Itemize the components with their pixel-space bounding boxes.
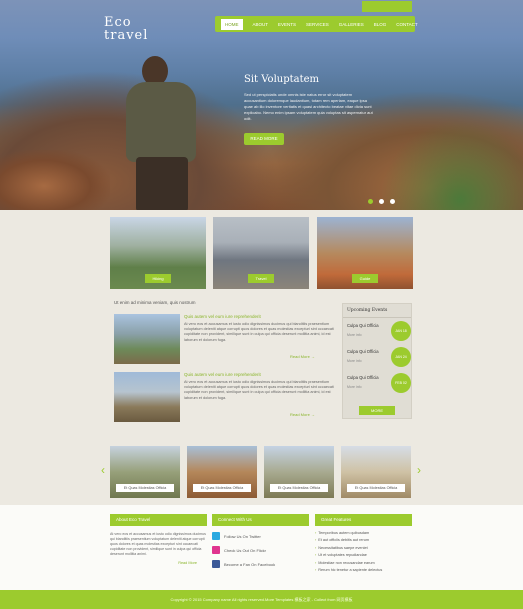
- flickr-icon: [212, 546, 220, 554]
- article-text: At vero eos et accusamus et iusto odio d…: [184, 380, 334, 400]
- event-date-badge: JAN 18: [391, 321, 411, 341]
- chevron-left-icon[interactable]: ‹: [98, 462, 108, 478]
- thumb-label[interactable]: Travel: [248, 274, 274, 283]
- event-meta[interactable]: More info: [347, 333, 362, 337]
- gallery-caption: Et Quas Molestias Officia: [193, 484, 251, 492]
- arrow-right-icon: →: [310, 412, 315, 417]
- footer-about-title: About Eco Travel: [110, 514, 207, 526]
- nav-home[interactable]: HOME: [221, 18, 243, 30]
- social-label: Become a Fan On Facebook: [224, 561, 276, 567]
- features-link[interactable]: Et aut officiis debitis aut rerum: [315, 537, 412, 544]
- gallery-caption: Et Quas Molestias Officia: [347, 484, 405, 492]
- copyright-bar: Copyright © 2015 Company name All rights…: [0, 590, 523, 609]
- article-item: Quis autem vel eum iure reprehenderit At…: [114, 372, 339, 430]
- slider-dots: [368, 199, 395, 204]
- arrow-right-icon: →: [310, 354, 315, 359]
- footer-read-more[interactable]: Read More: [110, 561, 207, 565]
- nav-contact[interactable]: CONTACT: [396, 22, 417, 27]
- nav-services[interactable]: SERVICES: [306, 22, 329, 27]
- nav-about[interactable]: ABOUT: [253, 22, 269, 27]
- facebook-icon: [212, 560, 220, 568]
- event-meta[interactable]: More info: [347, 385, 362, 389]
- top-button[interactable]: [362, 1, 412, 12]
- event-item[interactable]: Culpa Qui Officia More info FEB 02: [347, 373, 411, 395]
- event-title: Culpa Qui Officia: [347, 323, 379, 328]
- slider-dot-active[interactable]: [368, 199, 373, 204]
- features-link[interactable]: Temporibus autem quibusdam: [315, 530, 412, 537]
- gallery-caption: Et Quas Molestias Officia: [270, 484, 328, 492]
- rock-bg: [0, 150, 110, 210]
- slider-dot[interactable]: [379, 199, 384, 204]
- nav-galleries[interactable]: GALLERIES: [339, 22, 364, 27]
- article-image[interactable]: [114, 372, 180, 422]
- article-read-more[interactable]: Read More →: [290, 354, 315, 359]
- article-item: Quis autem vel eum iure reprehenderit At…: [114, 314, 339, 372]
- thumb-label[interactable]: Guide: [352, 274, 378, 283]
- gallery-item[interactable]: Et Quas Molestias Officia: [264, 446, 334, 498]
- site-logo[interactable]: Eco travel: [104, 16, 148, 42]
- footer-about: About Eco Travel At vero eos et accusamu…: [110, 514, 207, 565]
- read-more-label: Read More: [290, 412, 310, 417]
- article-read-more[interactable]: Read More →: [290, 412, 315, 417]
- nav-events[interactable]: EVENTS: [278, 22, 296, 27]
- nav-blog[interactable]: BLOG: [374, 22, 387, 27]
- hiker-figure: [120, 52, 210, 210]
- features-link[interactable]: Rerum hic tenetur a sapiente delectus: [315, 567, 412, 574]
- article-title[interactable]: Quis autem vel eum iure reprehenderit: [184, 314, 261, 319]
- hero-read-more-button[interactable]: READ MORE: [244, 133, 284, 145]
- twitter-icon: [212, 532, 220, 540]
- hero-title: Sit Voluptatem: [244, 74, 320, 85]
- footer-about-text: At vero eos et accusamus et iusto odio d…: [110, 532, 206, 556]
- events-panel: Upcoming Events Culpa Qui Officia More i…: [342, 303, 412, 419]
- feature-thumb[interactable]: Guide: [317, 217, 413, 289]
- events-title: Upcoming Events: [343, 304, 411, 318]
- footer-connect: Connect With Us Follow Us On Twitter Che…: [212, 514, 309, 568]
- social-flickr[interactable]: Check Us Out On Flickr: [212, 546, 309, 554]
- social-twitter[interactable]: Follow Us On Twitter: [212, 532, 309, 540]
- hiker-body: [126, 82, 196, 162]
- section-intro: Ut enim ad minima veniam, quis nostrum: [114, 300, 196, 305]
- hero-text: Sed ut perspiciatis unde omnis iste natu…: [244, 92, 373, 121]
- hiker-legs: [136, 157, 188, 210]
- social-facebook[interactable]: Become a Fan On Facebook: [212, 560, 309, 568]
- event-title: Culpa Qui Officia: [347, 375, 379, 380]
- event-title: Culpa Qui Officia: [347, 349, 379, 354]
- social-label: Check Us Out On Flickr: [224, 547, 267, 553]
- footer-features-title: Great Features: [315, 514, 412, 526]
- gallery-caption: Et Quas Molestias Officia: [116, 484, 174, 492]
- footer-features: Great Features Temporibus autem quibusda…: [315, 514, 412, 574]
- event-item[interactable]: Culpa Qui Officia More info JAN 18: [347, 321, 411, 343]
- article-text: At vero eos et accusamus et iusto odio d…: [184, 322, 334, 342]
- event-meta[interactable]: More info: [347, 359, 362, 363]
- feature-thumb[interactable]: Travel: [213, 217, 309, 289]
- features-link[interactable]: Ut et voluptates repudiandae: [315, 552, 412, 559]
- features-list: Temporibus autem quibusdam Et aut offici…: [315, 530, 412, 574]
- gallery-item[interactable]: Et Quas Molestias Officia: [341, 446, 411, 498]
- event-item[interactable]: Culpa Qui Officia More info JAN 24: [347, 347, 411, 369]
- features-link[interactable]: Molestiae non recusandae earum: [315, 560, 412, 567]
- chevron-right-icon[interactable]: ›: [414, 462, 424, 478]
- article-image[interactable]: [114, 314, 180, 364]
- events-more-button[interactable]: MORE: [359, 406, 395, 415]
- forest-bg: [380, 120, 523, 210]
- features-link[interactable]: Necessitatibus saepe eveniet: [315, 545, 412, 552]
- thumb-label[interactable]: Hiking: [145, 274, 171, 283]
- gallery-item[interactable]: Et Quas Molestias Officia: [110, 446, 180, 498]
- event-date-badge: JAN 24: [391, 347, 411, 367]
- read-more-label: Read More: [290, 354, 310, 359]
- main-nav: HOME ABOUT EVENTS SERVICES GALLERIES BLO…: [215, 16, 418, 32]
- slider-dot[interactable]: [390, 199, 395, 204]
- feature-thumb[interactable]: Hiking: [110, 217, 206, 289]
- gallery-item[interactable]: Et Quas Molestias Officia: [187, 446, 257, 498]
- event-date-badge: FEB 02: [391, 373, 411, 393]
- logo-line2: travel: [104, 28, 149, 43]
- social-label: Follow Us On Twitter: [224, 533, 261, 539]
- article-title[interactable]: Quis autem vel eum iure reprehenderit: [184, 372, 261, 377]
- footer-connect-title: Connect With Us: [212, 514, 309, 526]
